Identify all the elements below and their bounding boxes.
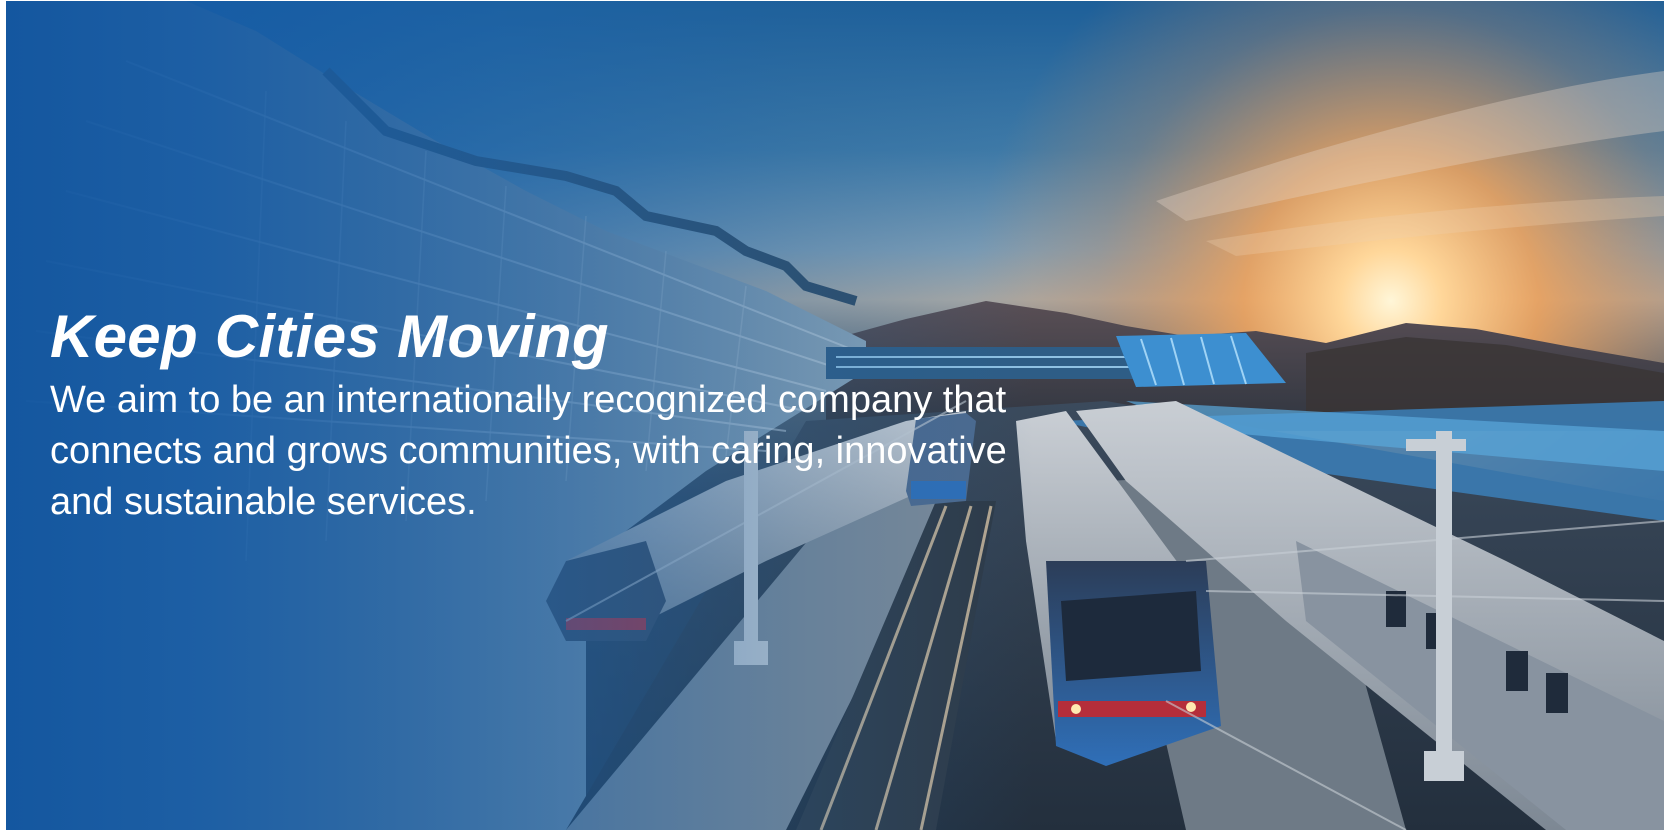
hero-headline: Keep Cities Moving xyxy=(50,303,609,370)
hero-copy: Keep Cities Moving We aim to be an inter… xyxy=(50,299,1050,528)
hero-description: We aim to be an internationally recogniz… xyxy=(50,379,1007,523)
hero-banner: Keep Cities Moving We aim to be an inter… xyxy=(6,1,1664,830)
